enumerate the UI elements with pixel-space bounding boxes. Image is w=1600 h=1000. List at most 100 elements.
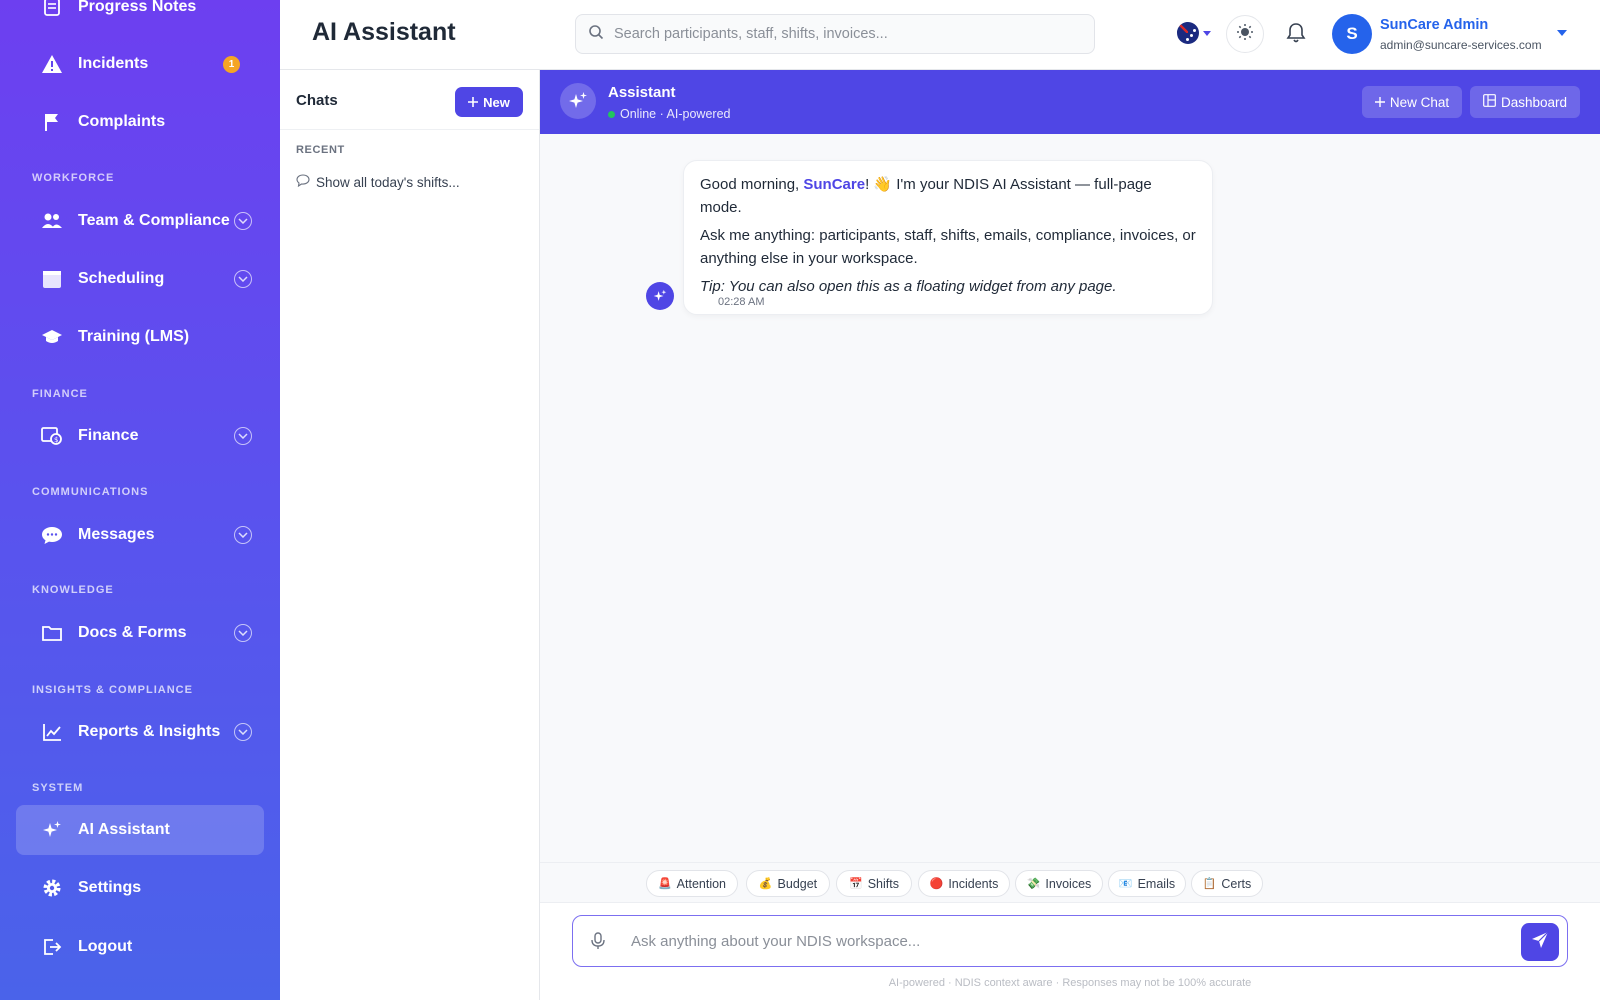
chevron-down-icon[interactable]	[234, 270, 252, 288]
sparkle-icon	[40, 818, 64, 842]
sidebar-item-label: Training (LMS)	[78, 328, 190, 345]
language-selector[interactable]	[1177, 22, 1211, 44]
message-composer[interactable]	[572, 915, 1568, 967]
theme-toggle[interactable]	[1226, 15, 1264, 53]
message-body: Ask me anything: participants, staff, sh…	[700, 227, 1196, 267]
sidebar-item-finance[interactable]: $ Finance	[16, 411, 264, 461]
section-label-knowledge: KNOWLEDGE	[32, 584, 114, 596]
calendar-icon: 📅	[849, 878, 863, 890]
sidebar-item-ai-assistant[interactable]: AI Assistant	[16, 805, 264, 855]
chip-label: Budget	[777, 876, 818, 891]
sidebar-item-label: Settings	[78, 879, 142, 896]
user-menu-caret-icon[interactable]	[1557, 30, 1567, 36]
email-icon: 📧	[1118, 878, 1133, 890]
red-circle-icon: 🔴	[929, 878, 944, 890]
siren-icon: 🚨	[657, 878, 672, 890]
section-label-insights: INSIGHTS & COMPLIANCE	[32, 684, 193, 696]
chats-title: Chats	[296, 92, 338, 109]
assistant-header: Assistant Online · AI-powered New Chat D…	[540, 70, 1600, 134]
notifications-bell-icon[interactable]	[1286, 22, 1306, 49]
chat-history-label: Show all today's shifts...	[316, 174, 460, 190]
ai-disclaimer: AI-powered · NDIS context aware · Respon…	[888, 977, 1252, 989]
sidebar: Progress Notes Incidents 1 Complaints WO…	[0, 0, 280, 1000]
gear-icon	[40, 876, 64, 900]
money-bag-icon: 💰	[758, 878, 773, 890]
sidebar-item-messages[interactable]: Messages	[16, 510, 264, 560]
clipboard-icon: 📋	[1202, 878, 1217, 890]
chevron-down-icon[interactable]	[234, 723, 252, 741]
chip-invoices[interactable]: 💸 Invoices	[1015, 870, 1103, 897]
svg-text:$: $	[54, 436, 58, 444]
sidebar-item-settings[interactable]: Settings	[16, 863, 264, 913]
chip-attention[interactable]: 🚨 Attention	[646, 870, 738, 897]
global-search[interactable]	[575, 14, 1095, 54]
sidebar-item-team-compliance[interactable]: Team & Compliance	[16, 196, 264, 246]
chart-line-icon	[40, 720, 64, 744]
brand-name: SunCare	[803, 176, 866, 193]
assistant-name: Assistant	[608, 84, 676, 101]
sidebar-item-scheduling[interactable]: Scheduling	[16, 254, 264, 304]
chip-budget[interactable]: 💰 Budget	[746, 870, 830, 897]
send-icon	[1531, 931, 1549, 954]
sidebar-item-progress-notes[interactable]: Progress Notes	[16, 0, 264, 32]
team-icon	[40, 209, 64, 233]
sidebar-item-label: Progress Notes	[78, 0, 197, 15]
money-wings-icon: 💸	[1026, 878, 1041, 890]
section-label-finance: FINANCE	[32, 388, 88, 400]
send-button[interactable]	[1521, 923, 1559, 961]
sidebar-item-reports-insights[interactable]: Reports & Insights	[16, 707, 264, 757]
new-chat-header-button[interactable]: New Chat	[1362, 86, 1462, 118]
user-name[interactable]: SunCare Admin	[1380, 17, 1488, 33]
microphone-icon[interactable]	[573, 932, 623, 950]
sidebar-item-logout[interactable]: Logout	[16, 922, 264, 972]
message-greeting: Good morning, SunCare! 👋 I'm your NDIS A…	[700, 174, 1196, 219]
greeting-pre: Good morning,	[700, 176, 804, 193]
sidebar-item-label: Incidents	[78, 55, 149, 72]
chip-shifts[interactable]: 📅 Shifts	[836, 870, 912, 897]
user-avatar[interactable]: S	[1332, 14, 1372, 54]
sidebar-item-label: Docs & Forms	[78, 624, 187, 641]
dashboard-icon	[1483, 94, 1496, 110]
chat-history-item[interactable]: Show all today's shifts...	[296, 174, 460, 190]
assistant-status-text: Online · AI-powered	[620, 107, 731, 121]
chat-bubble-icon	[296, 174, 310, 190]
message-tip: Tip: You can also open this as a floatin…	[700, 278, 1117, 295]
chevron-down-icon[interactable]	[234, 427, 252, 445]
incidents-count-badge: 1	[223, 55, 240, 73]
dashboard-button[interactable]: Dashboard	[1470, 86, 1580, 118]
section-label-workforce: WORKFORCE	[32, 172, 115, 184]
sun-icon	[1236, 23, 1254, 46]
section-label-system: SYSTEM	[32, 782, 84, 794]
sidebar-item-incidents[interactable]: Incidents 1	[16, 39, 264, 89]
sidebar-item-complaints[interactable]: Complaints	[16, 97, 264, 147]
message-timestamp: 02:28 AM	[718, 296, 765, 308]
chevron-down-icon[interactable]	[234, 212, 252, 230]
sidebar-item-label: Reports & Insights	[78, 723, 221, 740]
new-chat-button[interactable]: New	[455, 87, 523, 117]
chip-emails[interactable]: 📧 Emails	[1108, 870, 1186, 897]
search-input[interactable]	[614, 26, 1074, 42]
composer-area: AI-powered · NDIS context aware · Respon…	[540, 902, 1600, 1000]
user-email: admin@suncare-services.com	[1380, 38, 1542, 52]
sidebar-item-label: AI Assistant	[78, 821, 170, 838]
chip-certs[interactable]: 📋 Certs	[1191, 870, 1263, 897]
plus-icon	[468, 95, 479, 110]
message-input[interactable]	[631, 932, 1511, 950]
online-dot-icon	[608, 110, 615, 118]
assistant-status: Online · AI-powered	[608, 107, 730, 121]
notes-icon	[40, 0, 64, 19]
chip-incidents[interactable]: 🔴 Incidents	[918, 870, 1010, 897]
assistant-message: Good morning, SunCare! 👋 I'm your NDIS A…	[683, 160, 1213, 315]
chevron-down-icon[interactable]	[234, 526, 252, 544]
chip-label: Incidents	[948, 876, 999, 891]
chip-label: Invoices	[1045, 876, 1092, 891]
chats-panel-header: Chats New	[280, 70, 539, 130]
quick-actions-bar: 🚨 Attention 💰 Budget 📅 Shifts 🔴 Incident…	[540, 862, 1600, 902]
sidebar-item-training[interactable]: Training (LMS)	[16, 312, 264, 362]
new-chat-label: New Chat	[1389, 94, 1450, 110]
chats-panel: Chats New RECENT Show all today's shifts…	[280, 70, 540, 1000]
flag-icon	[40, 110, 64, 134]
chevron-down-icon[interactable]	[234, 624, 252, 642]
sidebar-item-label: Messages	[78, 526, 155, 543]
sidebar-item-docs-forms[interactable]: Docs & Forms	[16, 608, 264, 658]
